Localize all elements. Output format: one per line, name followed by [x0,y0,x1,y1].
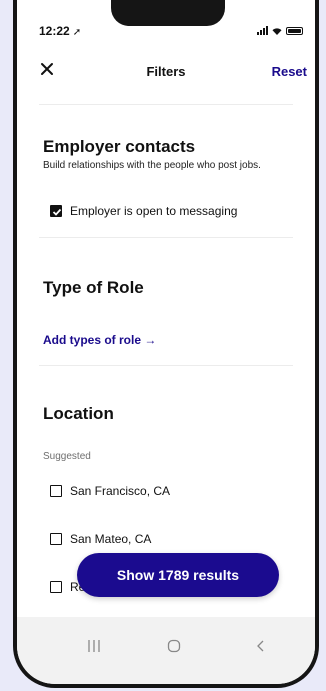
wifi-icon [272,27,282,35]
employer-messaging-label: Employer is open to messaging [70,204,238,218]
divider [39,237,293,238]
android-nav-bar [17,617,315,684]
notch [111,0,225,26]
status-time-text: 12:22 [39,24,70,38]
home-icon[interactable] [167,639,181,653]
status-icons [257,26,303,35]
employer-messaging-option[interactable]: Employer is open to messaging [50,204,237,218]
employer-contacts-title: Employer contacts [43,137,196,156]
location-title: Location [43,404,114,423]
phone-frame: 12:22 ➚ Filters Reset Employer contacts B… [13,0,319,688]
employer-contacts-description: Build relationships with the people who … [43,160,261,171]
checkbox[interactable] [50,533,62,545]
reset-button[interactable]: Reset [272,64,307,79]
suggested-label: Suggested [43,451,91,462]
back-icon[interactable] [254,639,268,653]
status-time: 12:22 ➚ [39,24,81,38]
location-arrow-icon: ➚ [72,27,82,38]
screen: 12:22 ➚ Filters Reset Employer contacts B… [17,0,315,684]
page-title: Filters [146,64,186,79]
add-types-of-role-link[interactable]: Add types of role → [43,333,156,347]
battery-icon [286,26,303,35]
show-results-button[interactable]: Show 1789 results [77,553,279,597]
checkbox[interactable] [50,581,62,593]
location-option-label: San Francisco, CA [70,484,171,498]
location-option-san-mateo[interactable]: San Mateo, CA [50,532,151,546]
checkbox[interactable] [50,485,62,497]
signal-icon [257,26,268,35]
divider [39,365,293,366]
checkbox-checked[interactable] [50,205,62,217]
filters-header: Filters Reset [17,56,315,86]
location-option-san-francisco[interactable]: San Francisco, CA [50,484,170,498]
location-option-label: San Mateo, CA [70,532,152,546]
type-of-role-title: Type of Role [43,278,144,297]
recents-icon[interactable] [87,639,101,653]
divider [39,104,293,105]
